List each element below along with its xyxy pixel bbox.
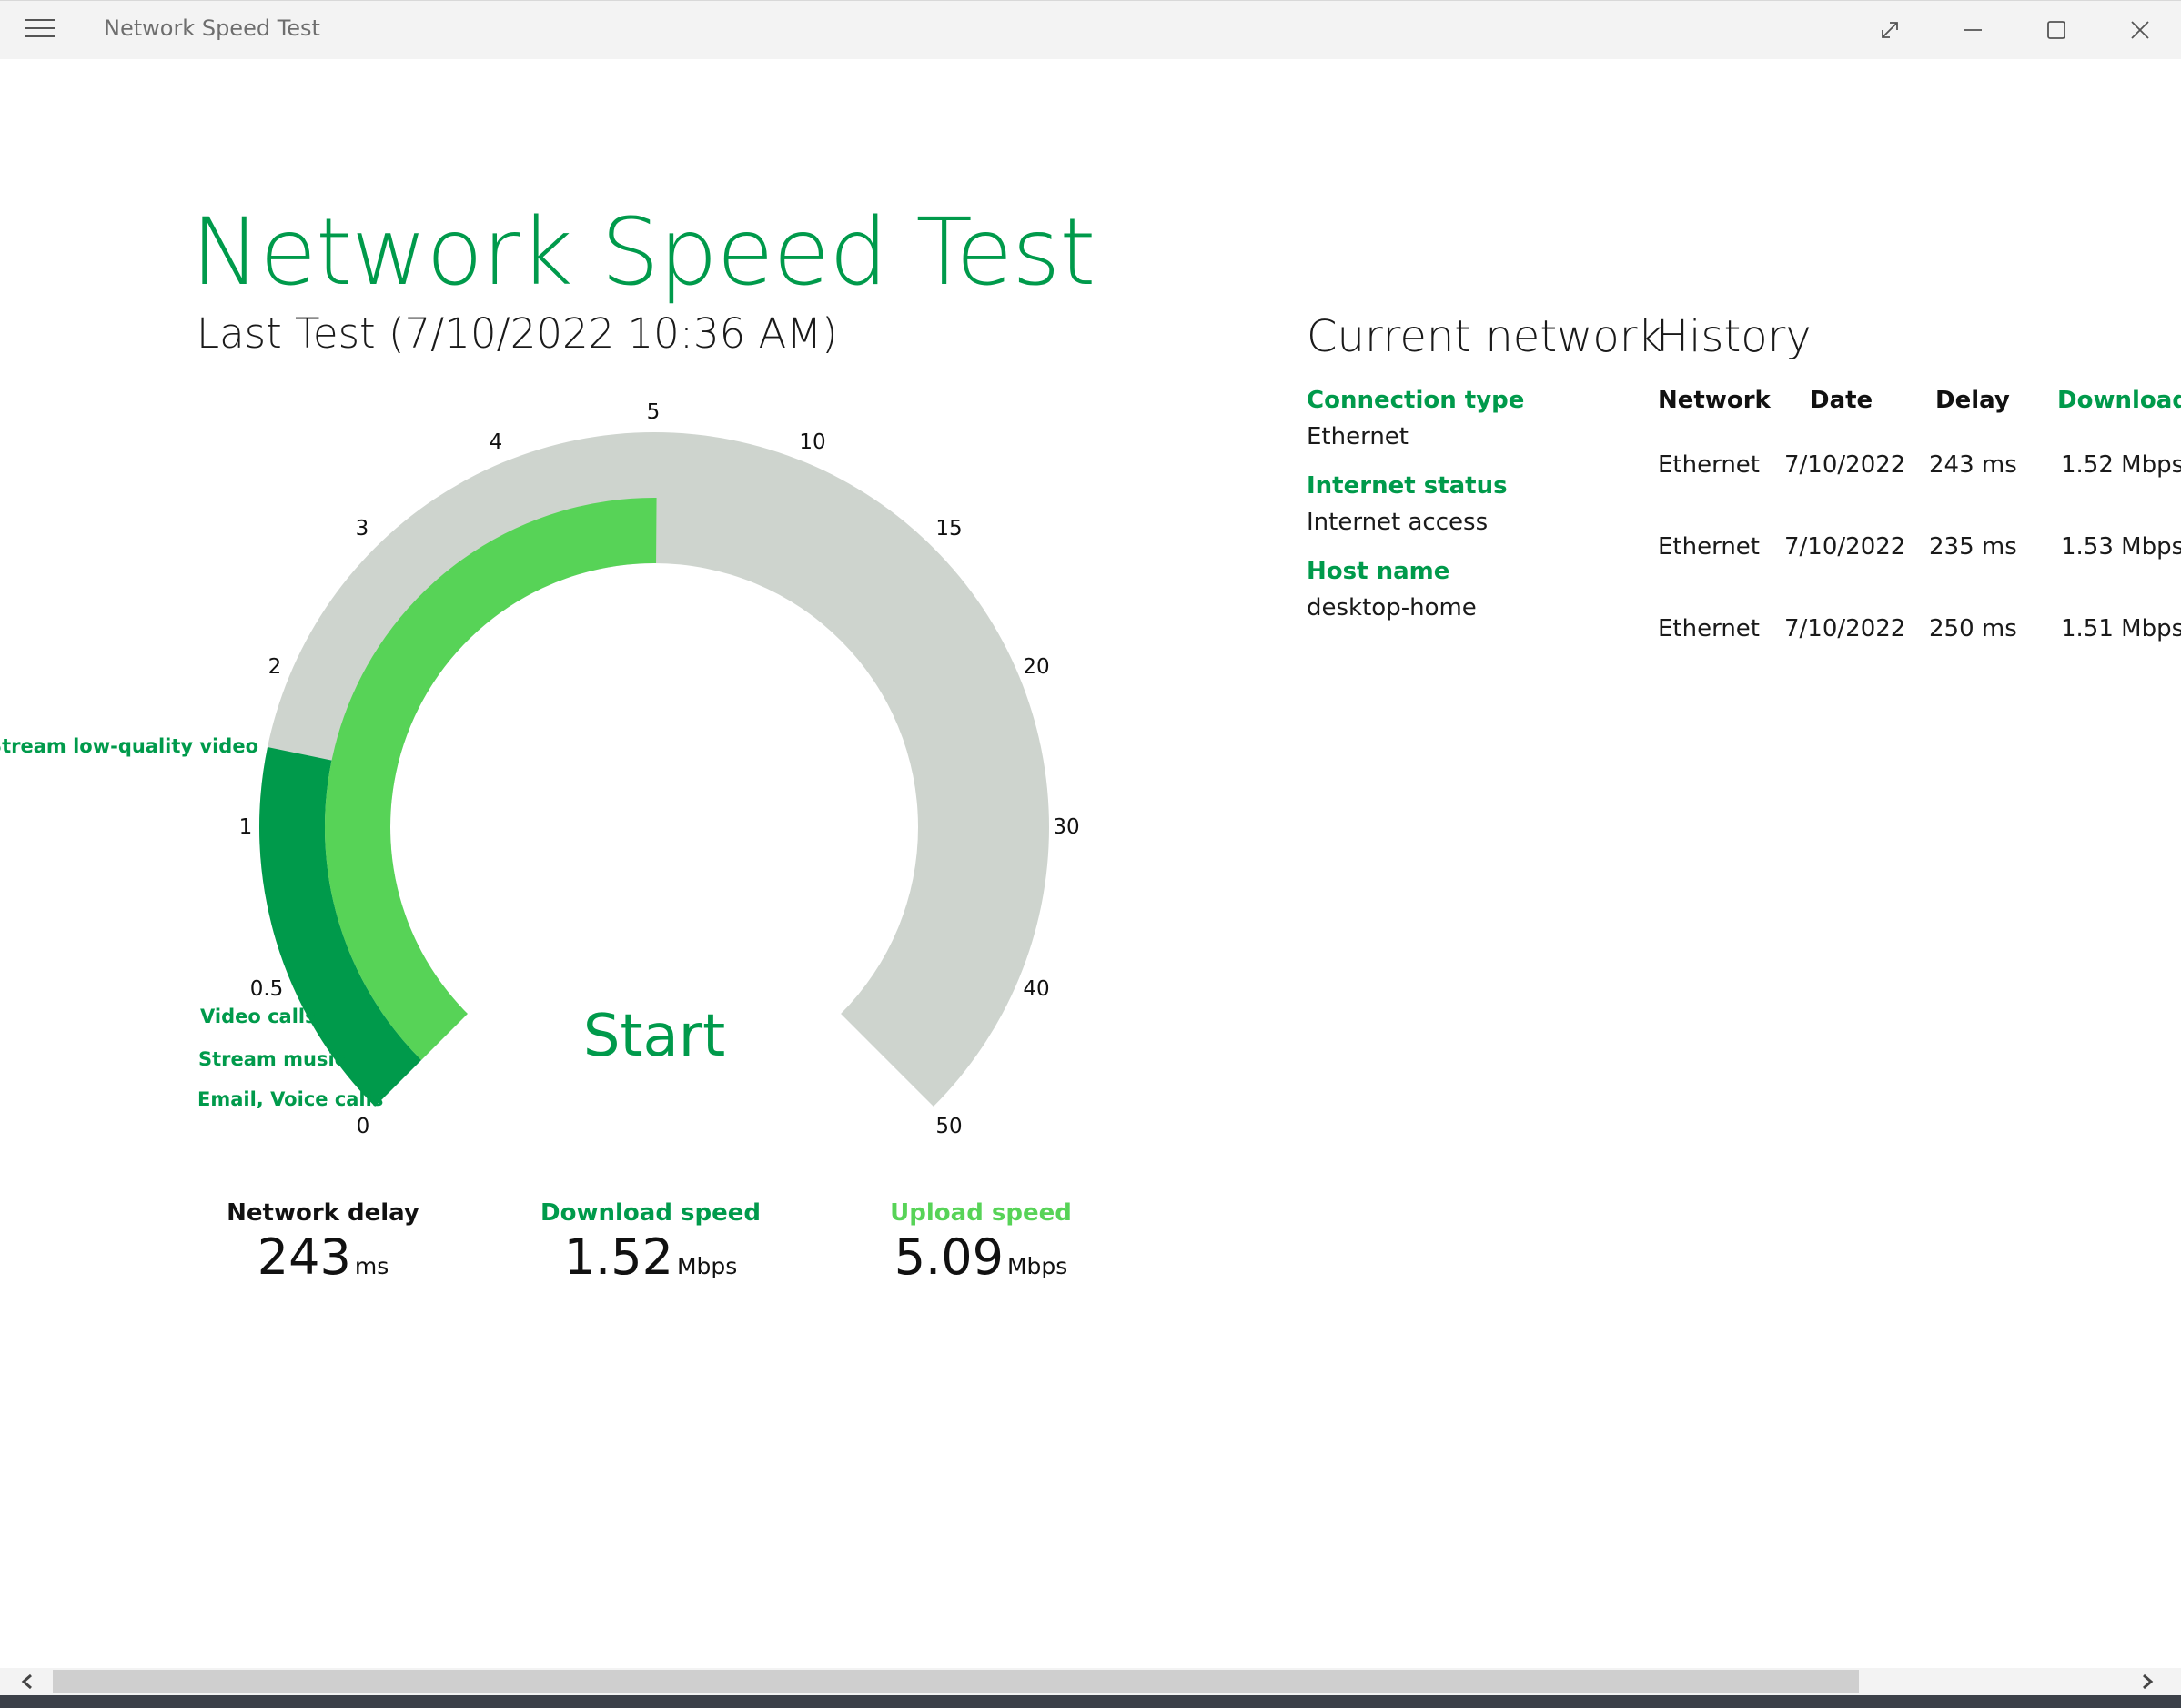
internet-status-label: Internet status	[1307, 472, 1508, 500]
gauge-tick-label: 1	[239, 815, 253, 839]
upload-speed-stat: Upload speed 5.09 Mbps	[863, 1199, 1099, 1286]
network-delay-unit: ms	[354, 1253, 389, 1279]
history-cell-network: Ethernet	[1658, 615, 1760, 642]
download-speed-value: 1.52	[563, 1228, 673, 1286]
maximize-button[interactable]	[2036, 12, 2076, 48]
gauge-tick-label: 4	[490, 430, 503, 454]
start-button[interactable]: Start	[583, 1003, 725, 1070]
internet-status-value: Internet access	[1307, 509, 1489, 536]
compact-overlay-icon	[1882, 22, 1898, 38]
gauge-tick-label: 50	[935, 1115, 962, 1138]
scrollbar-thumb[interactable]	[53, 1670, 1859, 1693]
host-name-label: Host name	[1307, 558, 1450, 585]
connection-type-label: Connection type	[1307, 387, 1525, 414]
close-button[interactable]	[2120, 12, 2160, 48]
maximize-icon	[2047, 21, 2065, 39]
history-cell-delay: 243 ms	[1929, 451, 2017, 479]
history-title: History	[1656, 311, 1812, 362]
upload-speed-label: Upload speed	[890, 1199, 1072, 1227]
history-column-download[interactable]: Download	[2057, 387, 2181, 414]
history-cell-date: 7/10/2022	[1784, 451, 1906, 479]
compact-overlay-button[interactable]	[1870, 12, 1910, 48]
download-speed-unit: Mbps	[676, 1253, 738, 1279]
history-cell-download: 1.52 Mbps	[2061, 451, 2181, 479]
history-cell-delay: 250 ms	[1929, 615, 2017, 642]
history-cell-network: Ethernet	[1658, 533, 1760, 561]
scroll-left-icon[interactable]	[16, 1670, 44, 1693]
gauge-tick-label: 5	[647, 400, 661, 424]
gauge-tick-label: 40	[1023, 977, 1049, 1001]
usage-label-stream-music: Stream music	[198, 1048, 346, 1070]
usage-label-video-calls: Video calls	[200, 1006, 317, 1027]
history-cell-download: 1.51 Mbps	[2061, 615, 2181, 642]
download-speed-stat: Download speed 1.52 Mbps	[532, 1199, 769, 1286]
network-delay-stat: Network delay 243 ms	[205, 1199, 441, 1286]
speed-gauge: 0 0.5 1 2 3 4 5 10 15 20 30 40 50 Stream…	[0, 400, 1080, 1138]
history-cell-network: Ethernet	[1658, 451, 1760, 479]
current-network-title: Current network	[1307, 311, 1663, 362]
minimize-button[interactable]	[1953, 12, 1993, 48]
usage-label-low-quality-video: Stream low-quality video	[0, 735, 258, 757]
horizontal-scrollbar[interactable]	[0, 1668, 2181, 1695]
network-delay-label: Network delay	[227, 1199, 419, 1227]
gauge-tick-label: 10	[799, 430, 825, 454]
minimize-icon	[1964, 29, 1982, 31]
upload-speed-value: 5.09	[894, 1228, 1004, 1286]
history-cell-date: 7/10/2022	[1784, 533, 1906, 561]
gauge-tick-label: 15	[935, 517, 962, 541]
host-name-value: desktop-home	[1307, 594, 1477, 622]
usage-label-email-voice: Email, Voice calls	[197, 1088, 383, 1110]
gauge-tick-label: 3	[356, 517, 369, 541]
gauge-tick-label: 0	[357, 1115, 370, 1138]
network-delay-value: 243	[257, 1228, 351, 1286]
history-cell-delay: 235 ms	[1929, 533, 2017, 561]
history-column-date[interactable]: Date	[1810, 387, 1873, 414]
gauge-tick-label: 2	[268, 655, 282, 679]
gauge-tick-label: 0.5	[250, 977, 284, 1001]
taskbar-edge	[0, 1695, 2181, 1708]
connection-type-value: Ethernet	[1307, 423, 1409, 450]
scroll-right-icon[interactable]	[2136, 1670, 2164, 1693]
upload-speed-unit: Mbps	[1006, 1253, 1068, 1279]
history-column-delay[interactable]: Delay	[1935, 387, 2010, 414]
history-cell-date: 7/10/2022	[1784, 615, 1906, 642]
history-column-network[interactable]: Network	[1658, 387, 1771, 414]
gauge-tick-label: 30	[1053, 815, 1079, 839]
history-cell-download: 1.53 Mbps	[2061, 533, 2181, 561]
download-speed-label: Download speed	[540, 1199, 761, 1227]
close-icon	[2131, 21, 2149, 39]
gauge-tick-label: 20	[1023, 655, 1049, 679]
